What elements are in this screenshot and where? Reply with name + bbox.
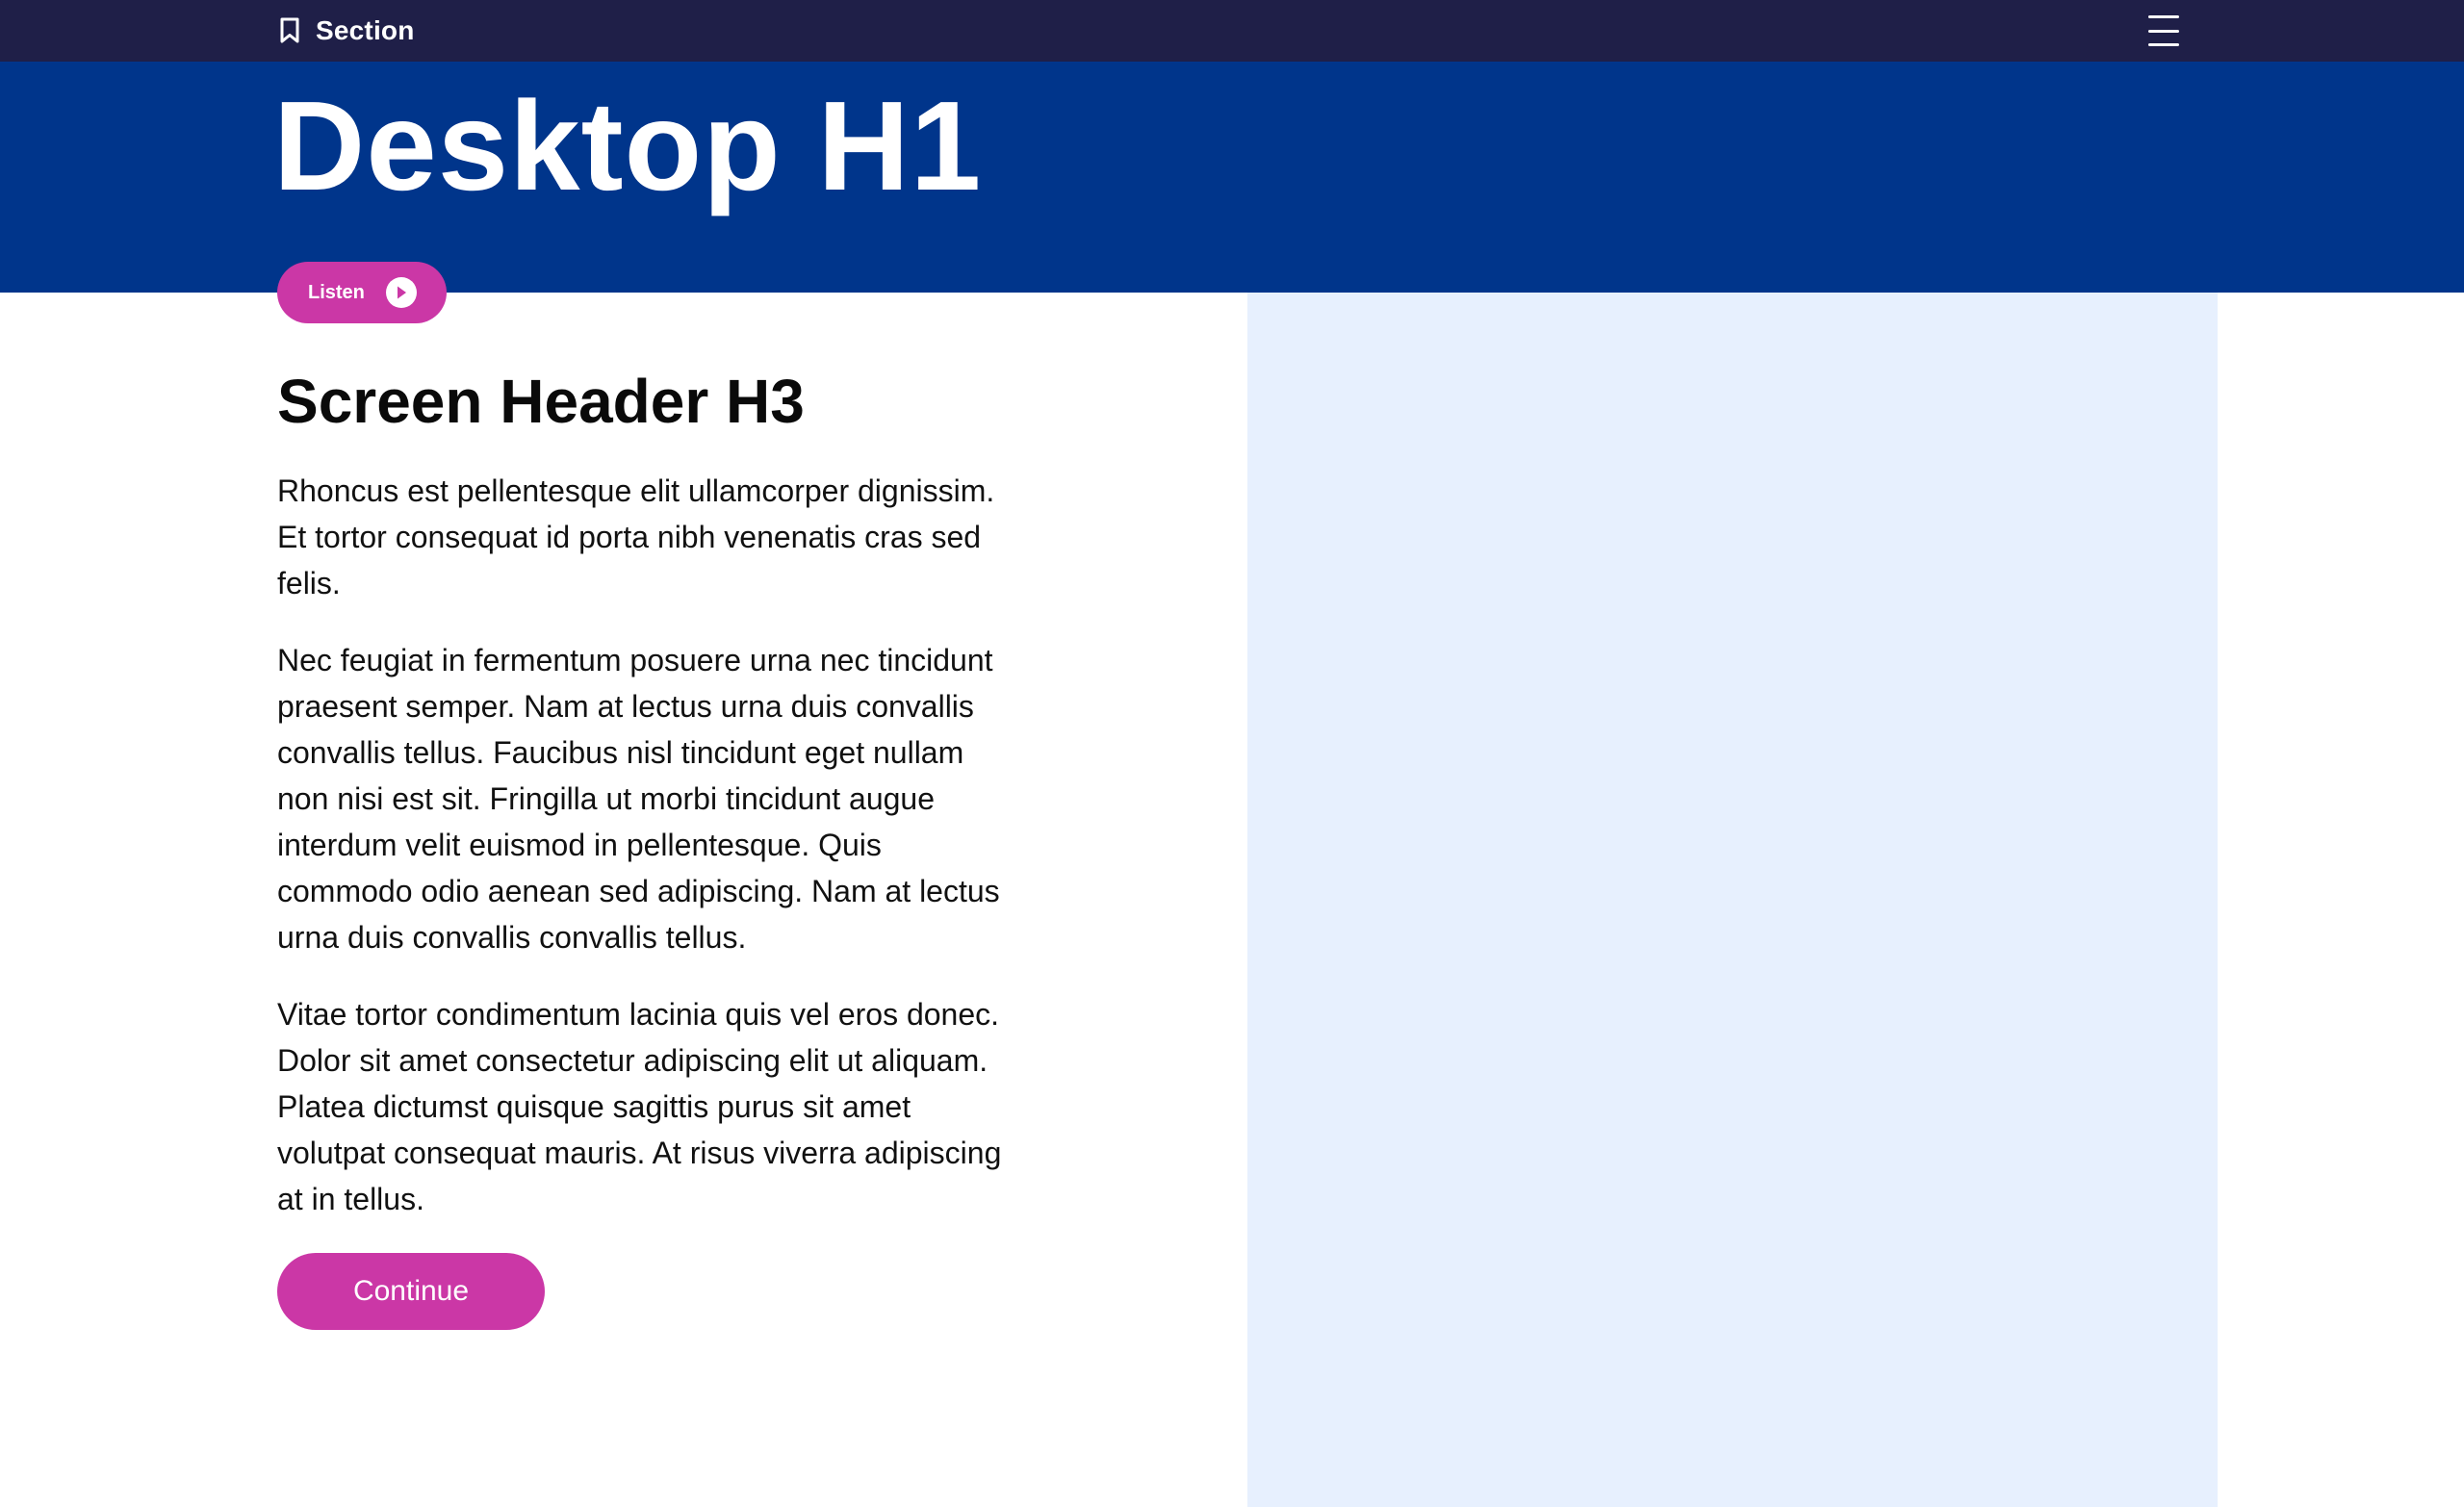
body-paragraph-2: Nec feugiat in fermentum posuere urna ne…: [277, 643, 1000, 955]
main-content: Screen Header H3 Rhoncus est pellentesqu…: [277, 364, 1009, 1330]
menu-line: [2148, 15, 2179, 18]
menu-line: [2148, 43, 2179, 46]
side-panel: [1247, 293, 2218, 1507]
play-icon: [385, 277, 417, 308]
continue-button[interactable]: Continue: [277, 1253, 545, 1330]
page-title: Desktop H1: [273, 75, 983, 217]
listen-button[interactable]: Listen: [277, 262, 447, 323]
body-paragraph-3: Vitae tortor condimentum lacinia quis ve…: [277, 997, 1002, 1216]
hamburger-menu-icon[interactable]: [2144, 13, 2183, 48]
section-label: Section: [316, 15, 415, 45]
bookmark-icon: [277, 16, 302, 45]
body-paragraph-1: Rhoncus est pellentesque elit ullamcorpe…: [277, 473, 995, 600]
top-navigation-bar: Section: [0, 0, 2464, 62]
listen-label: Listen: [308, 281, 365, 303]
section-link[interactable]: Section: [277, 0, 415, 62]
hero-banner: Desktop H1: [0, 62, 2464, 293]
screen-header: Screen Header H3: [277, 367, 805, 436]
menu-line: [2148, 29, 2179, 33]
